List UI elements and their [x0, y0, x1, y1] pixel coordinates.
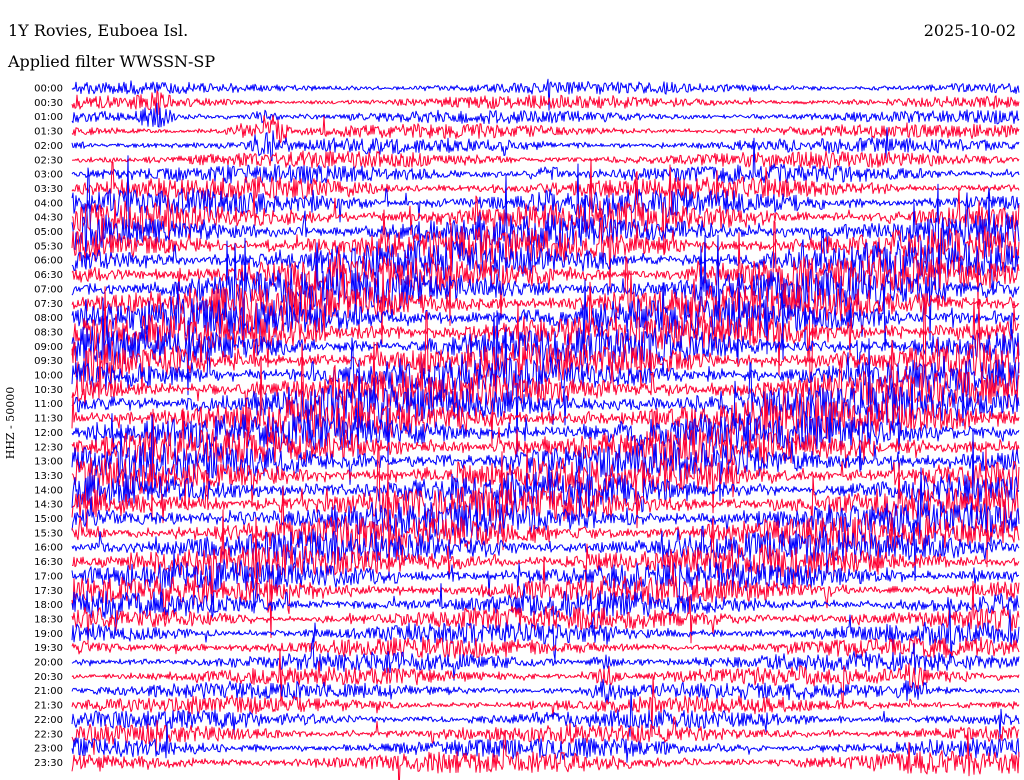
time-label-0930: 09:30	[34, 356, 63, 367]
time-label-2130: 21:30	[34, 701, 63, 712]
time-label-0100: 01:00	[34, 112, 63, 123]
station-title: 1Y Rovies, Euboea Isl.	[8, 21, 188, 40]
time-label-2000: 20:00	[34, 658, 63, 669]
time-label-1700: 17:00	[34, 571, 63, 582]
time-label-0500: 05:00	[34, 227, 63, 238]
time-label-1930: 19:30	[34, 643, 63, 654]
time-label-1000: 10:00	[34, 371, 63, 382]
filter-label: Applied filter WWSSN-SP	[7, 52, 215, 71]
time-label-0200: 02:00	[34, 141, 63, 152]
time-label-0630: 06:30	[34, 270, 63, 281]
time-label-2030: 20:30	[34, 672, 63, 683]
time-label-1130: 11:30	[34, 414, 63, 425]
time-label-1800: 18:00	[34, 600, 63, 611]
time-label-1500: 15:00	[34, 514, 63, 525]
time-label-0400: 04:00	[34, 198, 63, 209]
time-label-0530: 05:30	[34, 241, 63, 252]
plot-date: 2025-10-02	[924, 21, 1016, 40]
time-label-1100: 11:00	[34, 399, 63, 410]
time-label-1530: 15:30	[34, 528, 63, 539]
seismogram-plot: 1Y Rovies, Euboea Isl. 2025-10-02 Applie…	[0, 0, 1024, 780]
time-label-1330: 13:30	[34, 471, 63, 482]
time-label-1830: 18:30	[34, 614, 63, 625]
time-label-1200: 12:00	[34, 428, 63, 439]
time-label-2230: 22:30	[34, 729, 63, 740]
time-label-0700: 07:00	[34, 284, 63, 295]
time-label-0730: 07:30	[34, 299, 63, 310]
time-label-1430: 14:30	[34, 500, 63, 511]
time-label-0030: 00:30	[34, 98, 63, 109]
time-label-0230: 02:30	[34, 155, 63, 166]
time-label-1230: 12:30	[34, 442, 63, 453]
time-label-1630: 16:30	[34, 557, 63, 568]
time-label-2330: 23:30	[34, 758, 63, 769]
time-label-0000: 00:00	[34, 84, 63, 95]
time-label-2300: 23:00	[34, 744, 63, 755]
time-label-2200: 22:00	[34, 715, 63, 726]
time-label-0600: 06:00	[34, 256, 63, 267]
time-label-0330: 03:30	[34, 184, 63, 195]
time-label-0430: 04:30	[34, 213, 63, 224]
time-label-1900: 19:00	[34, 629, 63, 640]
time-label-0800: 08:00	[34, 313, 63, 324]
time-label-1300: 13:00	[34, 457, 63, 468]
time-label-0830: 08:30	[34, 327, 63, 338]
y-axis-label: HHZ - 50000	[4, 387, 17, 460]
time-label-0300: 03:00	[34, 170, 63, 181]
time-label-1030: 10:30	[34, 385, 63, 396]
time-label-2100: 21:00	[34, 686, 63, 697]
time-label-1600: 16:00	[34, 543, 63, 554]
time-label-1400: 14:00	[34, 485, 63, 496]
time-label-0900: 09:00	[34, 342, 63, 353]
time-label-1730: 17:30	[34, 586, 63, 597]
time-label-0130: 01:30	[34, 127, 63, 138]
